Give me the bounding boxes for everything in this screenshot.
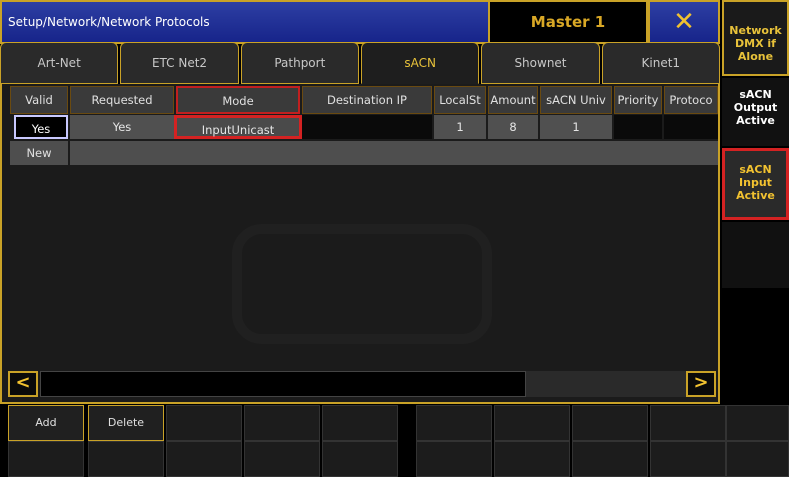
empty-button[interactable] [88, 441, 164, 477]
sacn-output-active-button[interactable]: sACN Output Active [722, 78, 789, 146]
cell-protocol[interactable] [664, 115, 718, 139]
empty-button[interactable] [244, 441, 320, 477]
empty-button[interactable] [494, 441, 570, 477]
empty-button[interactable] [650, 441, 726, 477]
title-bar: Setup/Network/Network Protocols Master 1… [0, 0, 720, 44]
header-priority[interactable]: Priority [614, 86, 662, 114]
delete-button[interactable]: Delete [88, 405, 164, 441]
window-title: Setup/Network/Network Protocols [0, 0, 488, 44]
cell-amount[interactable]: 8 [488, 115, 538, 139]
empty-button[interactable] [572, 441, 648, 477]
bottom-button-row-1: Add Delete [0, 405, 789, 441]
cell-valid[interactable]: Yes [14, 115, 68, 139]
new-row-label[interactable]: New [10, 141, 68, 165]
add-button[interactable]: Add [8, 405, 84, 441]
master-label[interactable]: Master 1 [488, 0, 648, 44]
empty-button[interactable] [8, 441, 84, 477]
scroll-left-icon[interactable]: < [8, 371, 38, 397]
empty-button[interactable] [650, 405, 726, 441]
tab-kinet1[interactable]: Kinet1 [601, 42, 720, 84]
scroll-track[interactable] [40, 371, 686, 397]
empty-button[interactable] [494, 405, 570, 441]
tab-art-net[interactable]: Art-Net [0, 42, 119, 84]
tab-etc-net2[interactable]: ETC Net2 [120, 42, 239, 84]
background-watermark [232, 224, 492, 344]
network-dmx-button[interactable]: Network DMX if Alone [722, 0, 789, 76]
header-destination-ip[interactable]: Destination IP [302, 86, 432, 114]
empty-button[interactable] [166, 441, 242, 477]
sacn-input-active-button[interactable]: sACN Input Active [722, 148, 789, 220]
protocol-table: Valid Requested Mode Destination IP Loca… [0, 84, 720, 404]
header-local-start[interactable]: LocalSt [434, 86, 486, 114]
empty-button[interactable] [726, 441, 789, 477]
empty-button[interactable] [572, 405, 648, 441]
empty-button[interactable] [322, 405, 398, 441]
empty-side-button[interactable] [722, 222, 789, 288]
protocol-tabs: Art-Net ETC Net2 Pathport sACN Shownet K… [0, 42, 720, 84]
close-icon[interactable]: ✕ [650, 8, 718, 36]
scroll-thumb[interactable] [40, 371, 526, 397]
close-button[interactable]: ✕ [648, 0, 720, 44]
empty-button[interactable] [244, 405, 320, 441]
header-mode[interactable]: Mode [176, 86, 300, 114]
header-valid[interactable]: Valid [10, 86, 68, 114]
tab-sacn[interactable]: sACN [360, 42, 480, 84]
empty-button[interactable] [166, 405, 242, 441]
empty-button[interactable] [416, 405, 492, 441]
scroll-right-icon[interactable]: > [686, 371, 716, 397]
horizontal-scrollbar[interactable]: < > [8, 371, 716, 397]
tab-shownet[interactable]: Shownet [481, 42, 600, 84]
tab-pathport[interactable]: Pathport [240, 42, 359, 84]
bottom-button-row-2 [0, 441, 789, 477]
header-amount[interactable]: Amount [488, 86, 538, 114]
cell-mode[interactable]: InputUnicast [174, 115, 302, 139]
new-row[interactable] [70, 141, 718, 165]
header-sacn-universe[interactable]: sACN Univ [540, 86, 612, 114]
cell-priority[interactable] [614, 115, 662, 139]
empty-button[interactable] [322, 441, 398, 477]
header-protocol[interactable]: Protoco [664, 86, 718, 114]
empty-button[interactable] [726, 405, 789, 441]
empty-button[interactable] [416, 441, 492, 477]
cell-destination-ip[interactable] [302, 115, 432, 139]
cell-local-start[interactable]: 1 [434, 115, 486, 139]
header-requested[interactable]: Requested [70, 86, 174, 114]
cell-requested[interactable]: Yes [70, 115, 174, 139]
cell-sacn-universe[interactable]: 1 [540, 115, 612, 139]
